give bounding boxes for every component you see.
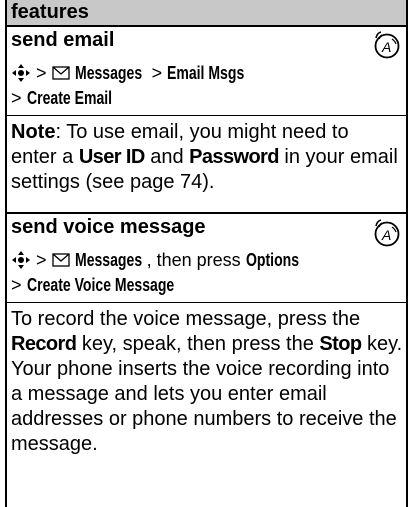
divider [7,302,406,303]
softkey-options: Options [245,250,299,270]
feature-send-voice-message: send voice message A > Messages, then pr… [7,212,406,505]
nav-key-icon [12,251,30,269]
svg-text:A: A [381,39,391,55]
divider [7,115,406,116]
menu-path-line-1: > Messages > Email Msgs [11,62,406,84]
feature-title: send email [11,29,115,51]
note-text: Note: To use email, you might need to en… [11,121,398,193]
nav-key-icon [12,64,30,82]
network-feature-icon: A [374,219,400,247]
menu-email-msgs: Email Msgs [167,63,245,83]
menu-messages: Messages [74,250,142,270]
features-table: features send email A > Messages > Email… [5,0,408,507]
network-feature-icon: A [374,31,400,59]
menu-create-voice-message: Create Voice Message [26,275,174,295]
instructions-text: To record the voice message, press the R… [11,308,403,455]
table-header: features [7,0,406,27]
menu-messages: Messages [74,63,142,83]
menu-create-email: Create Email [26,88,112,108]
menu-path-line-2: > Create Voice Message [11,275,174,295]
menu-path-line-1: > Messages, then press Options [11,249,406,271]
feature-send-email: send email A > Messages > Email Msgs > C [7,27,406,212]
envelope-icon [51,66,70,80]
manual-page: features send email A > Messages > Email… [0,0,416,507]
svg-text:A: A [381,227,391,243]
menu-path-line-2: > Create Email [11,88,112,108]
envelope-icon [51,253,70,267]
feature-title: send voice message [11,216,206,238]
